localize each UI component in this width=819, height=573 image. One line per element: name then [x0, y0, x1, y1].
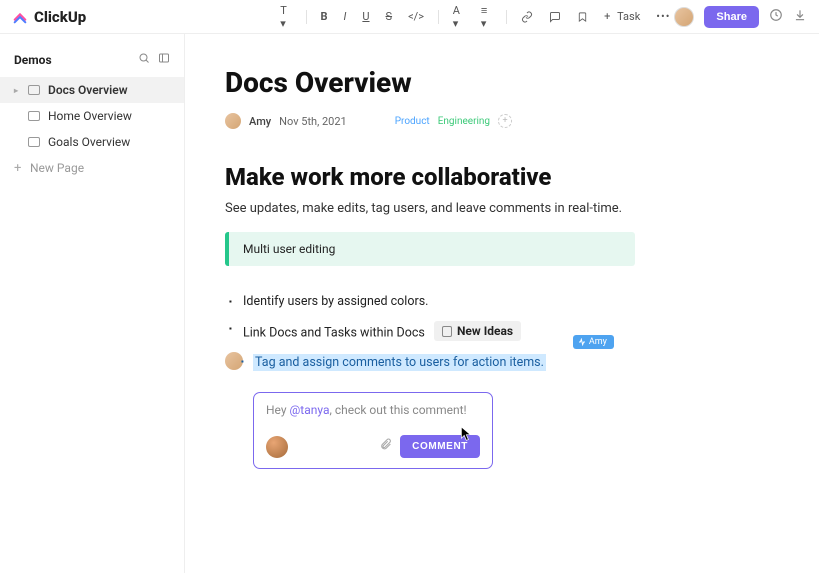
add-tag-button[interactable]: + — [498, 114, 512, 128]
plus-icon: + — [14, 162, 22, 175]
strikethrough-button[interactable]: S — [382, 8, 397, 25]
bullet-item[interactable]: Identify users by assigned colors. — [243, 288, 779, 315]
sidebar-item-label: Docs Overview — [48, 83, 128, 97]
topbar: ClickUp T ▾ B I U S </> A ▾ ≡ ▾ + Ta — [0, 0, 819, 34]
sidebar-item-goals-overview[interactable]: Goals Overview — [0, 129, 184, 155]
add-task-button[interactable]: + Task — [600, 8, 644, 25]
text-color-button[interactable]: A ▾ — [449, 2, 469, 32]
link-icon[interactable] — [517, 9, 537, 25]
bold-button[interactable]: B — [316, 8, 331, 25]
section-heading[interactable]: Make work more collaborative — [225, 163, 779, 191]
download-icon[interactable] — [793, 8, 807, 26]
doc-icon — [28, 111, 40, 121]
comment-input[interactable]: Hey @tanya, check out this comment! — [266, 403, 480, 417]
doc-meta: Amy Nov 5th, 2021 Product Engineering + — [225, 113, 779, 129]
caret-icon: ▸ — [14, 86, 20, 95]
code-button[interactable]: </> — [404, 8, 428, 25]
sidebar-item-docs-overview[interactable]: ▸ Docs Overview — [0, 77, 184, 103]
italic-button[interactable]: I — [339, 8, 350, 25]
sidebar-title[interactable]: Demos — [0, 44, 184, 77]
sidebar-toggle-icon[interactable] — [158, 52, 170, 67]
align-button[interactable]: ≡ ▾ — [477, 2, 496, 32]
section-subtitle[interactable]: See updates, make edits, tag users, and … — [225, 201, 779, 216]
comment-icon[interactable] — [545, 9, 565, 25]
formatting-toolbar: T ▾ B I U S </> A ▾ ≡ ▾ + Task ••• — [276, 2, 674, 32]
doc-date: Nov 5th, 2021 — [279, 115, 347, 128]
doc-link-chip[interactable]: New Ideas — [434, 321, 521, 341]
underline-button[interactable]: U — [358, 8, 373, 25]
sidebar: Demos ▸ Docs Overview — [0, 34, 185, 573]
highlighted-line: Tag and assign comments to users for act… — [225, 351, 779, 370]
bullet-item[interactable]: Link Docs and Tasks within Docs New Idea… — [243, 315, 779, 347]
sidebar-new-page[interactable]: + New Page — [0, 155, 184, 181]
history-icon[interactable] — [769, 8, 783, 26]
sidebar-item-label: Home Overview — [48, 109, 132, 123]
user-avatar[interactable] — [674, 7, 694, 27]
mention[interactable]: @tanya — [290, 403, 330, 417]
brand-name: ClickUp — [34, 8, 86, 26]
author-name: Amy — [249, 115, 271, 128]
doc-icon — [28, 137, 40, 147]
page-title[interactable]: Docs Overview — [225, 66, 779, 99]
share-button[interactable]: Share — [704, 6, 759, 28]
document-content: Docs Overview Amy Nov 5th, 2021 Product … — [185, 34, 819, 573]
brand-logo[interactable]: ClickUp — [12, 8, 86, 26]
callout-block[interactable]: Multi user editing — [225, 232, 635, 266]
clickup-logo-icon — [12, 9, 28, 25]
search-icon[interactable] — [138, 52, 150, 67]
presence-indicator: Amy — [573, 335, 614, 349]
text-style-dropdown[interactable]: T ▾ — [276, 2, 295, 32]
tag-engineering[interactable]: Engineering — [438, 116, 490, 127]
highlighted-text[interactable]: Tag and assign comments to users for act… — [253, 354, 546, 371]
comment-composer[interactable]: Hey @tanya, check out this comment! COMM… — [253, 392, 493, 469]
more-icon[interactable]: ••• — [652, 8, 674, 25]
sidebar-item-label: Goals Overview — [48, 135, 130, 149]
doc-icon — [28, 85, 40, 95]
bookmark-icon[interactable] — [573, 9, 592, 25]
doc-icon — [442, 326, 452, 337]
attachment-icon[interactable] — [379, 437, 392, 456]
comment-submit-button[interactable]: COMMENT — [400, 435, 480, 458]
sidebar-item-home-overview[interactable]: Home Overview — [0, 103, 184, 129]
sidebar-item-label: New Page — [30, 161, 84, 175]
author-avatar[interactable] — [225, 113, 241, 129]
tag-product[interactable]: Product — [395, 116, 430, 127]
commenter-avatar[interactable] — [266, 436, 288, 458]
